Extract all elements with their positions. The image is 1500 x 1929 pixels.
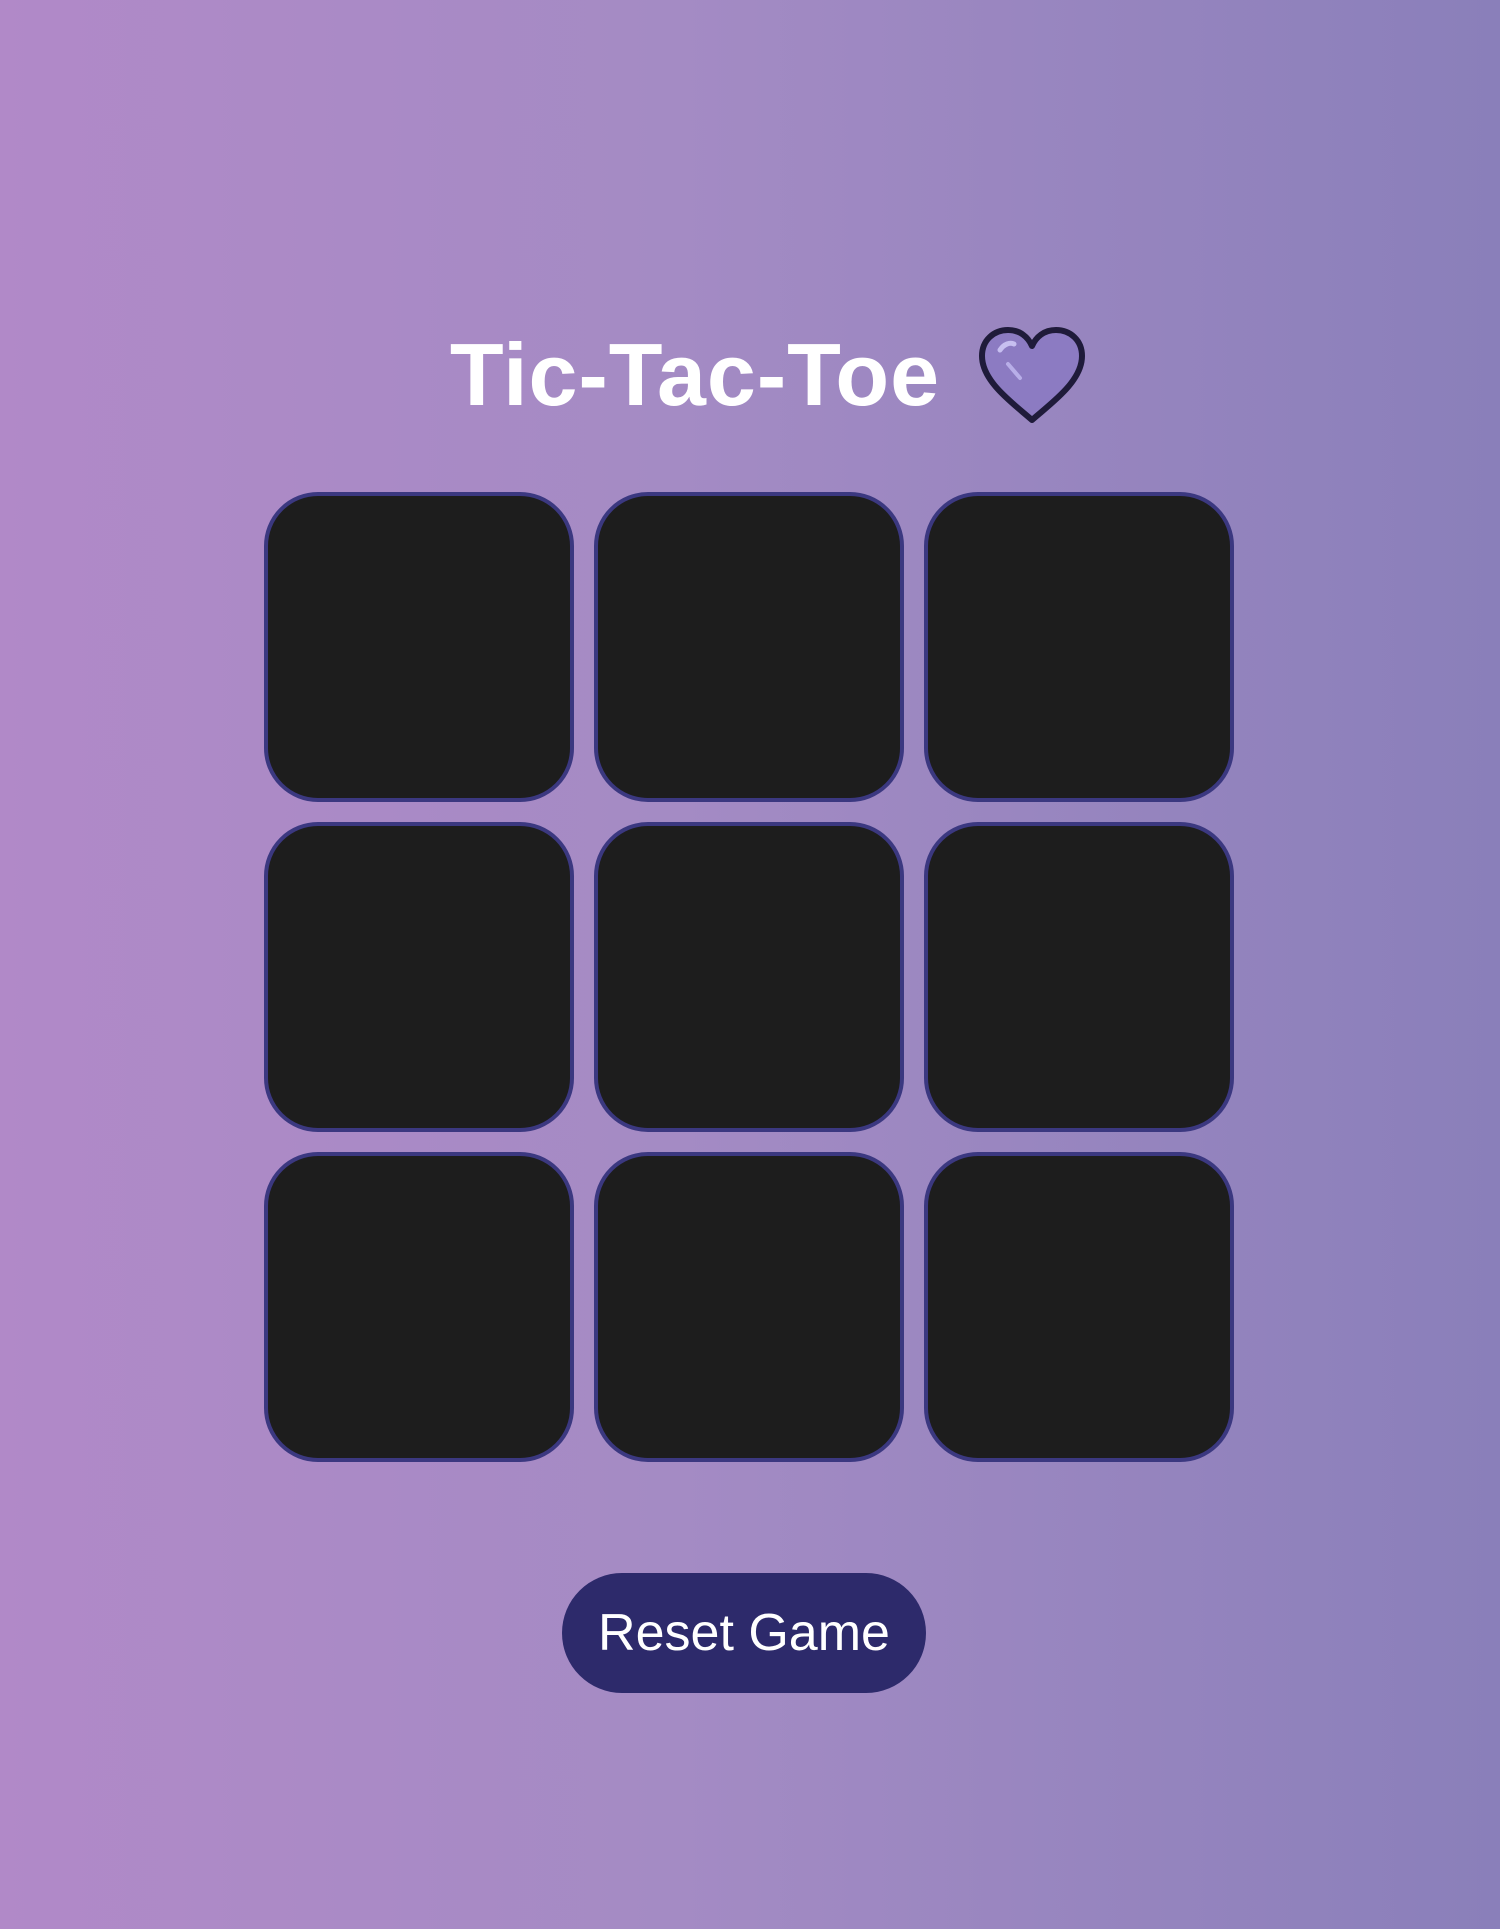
board-cell-7[interactable] (264, 1152, 574, 1462)
board-cell-3[interactable] (924, 492, 1234, 802)
board-cell-6[interactable] (924, 822, 1234, 1132)
board-cell-1[interactable] (264, 492, 574, 802)
board-cell-2[interactable] (594, 492, 904, 802)
game-page: Tic-Tac-Toe Reset Game (0, 0, 1500, 1929)
game-board (264, 492, 1236, 1464)
board-cell-4[interactable] (264, 822, 574, 1132)
page-title: Tic-Tac-Toe (449, 325, 941, 424)
reset-game-button[interactable]: Reset Game (562, 1573, 926, 1693)
board-cell-5[interactable] (594, 822, 904, 1132)
header: Tic-Tac-Toe (0, 320, 1500, 430)
board-cell-8[interactable] (594, 1152, 904, 1462)
heart-icon (979, 327, 1086, 423)
board-cell-9[interactable] (924, 1152, 1234, 1462)
